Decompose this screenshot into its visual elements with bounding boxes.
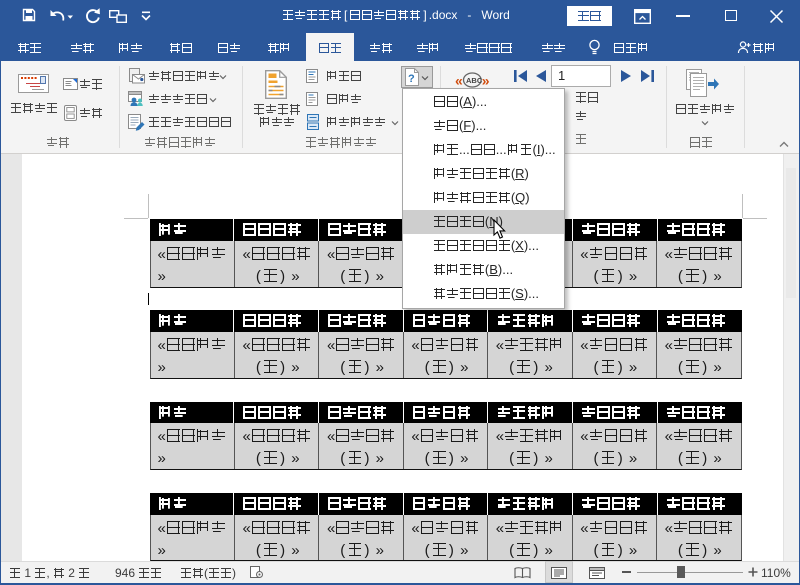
svg-text:ABC: ABC	[466, 76, 483, 85]
svg-text:«: «	[455, 73, 463, 89]
svg-text:»: »	[482, 73, 490, 89]
svg-text:?: ?	[408, 73, 415, 85]
